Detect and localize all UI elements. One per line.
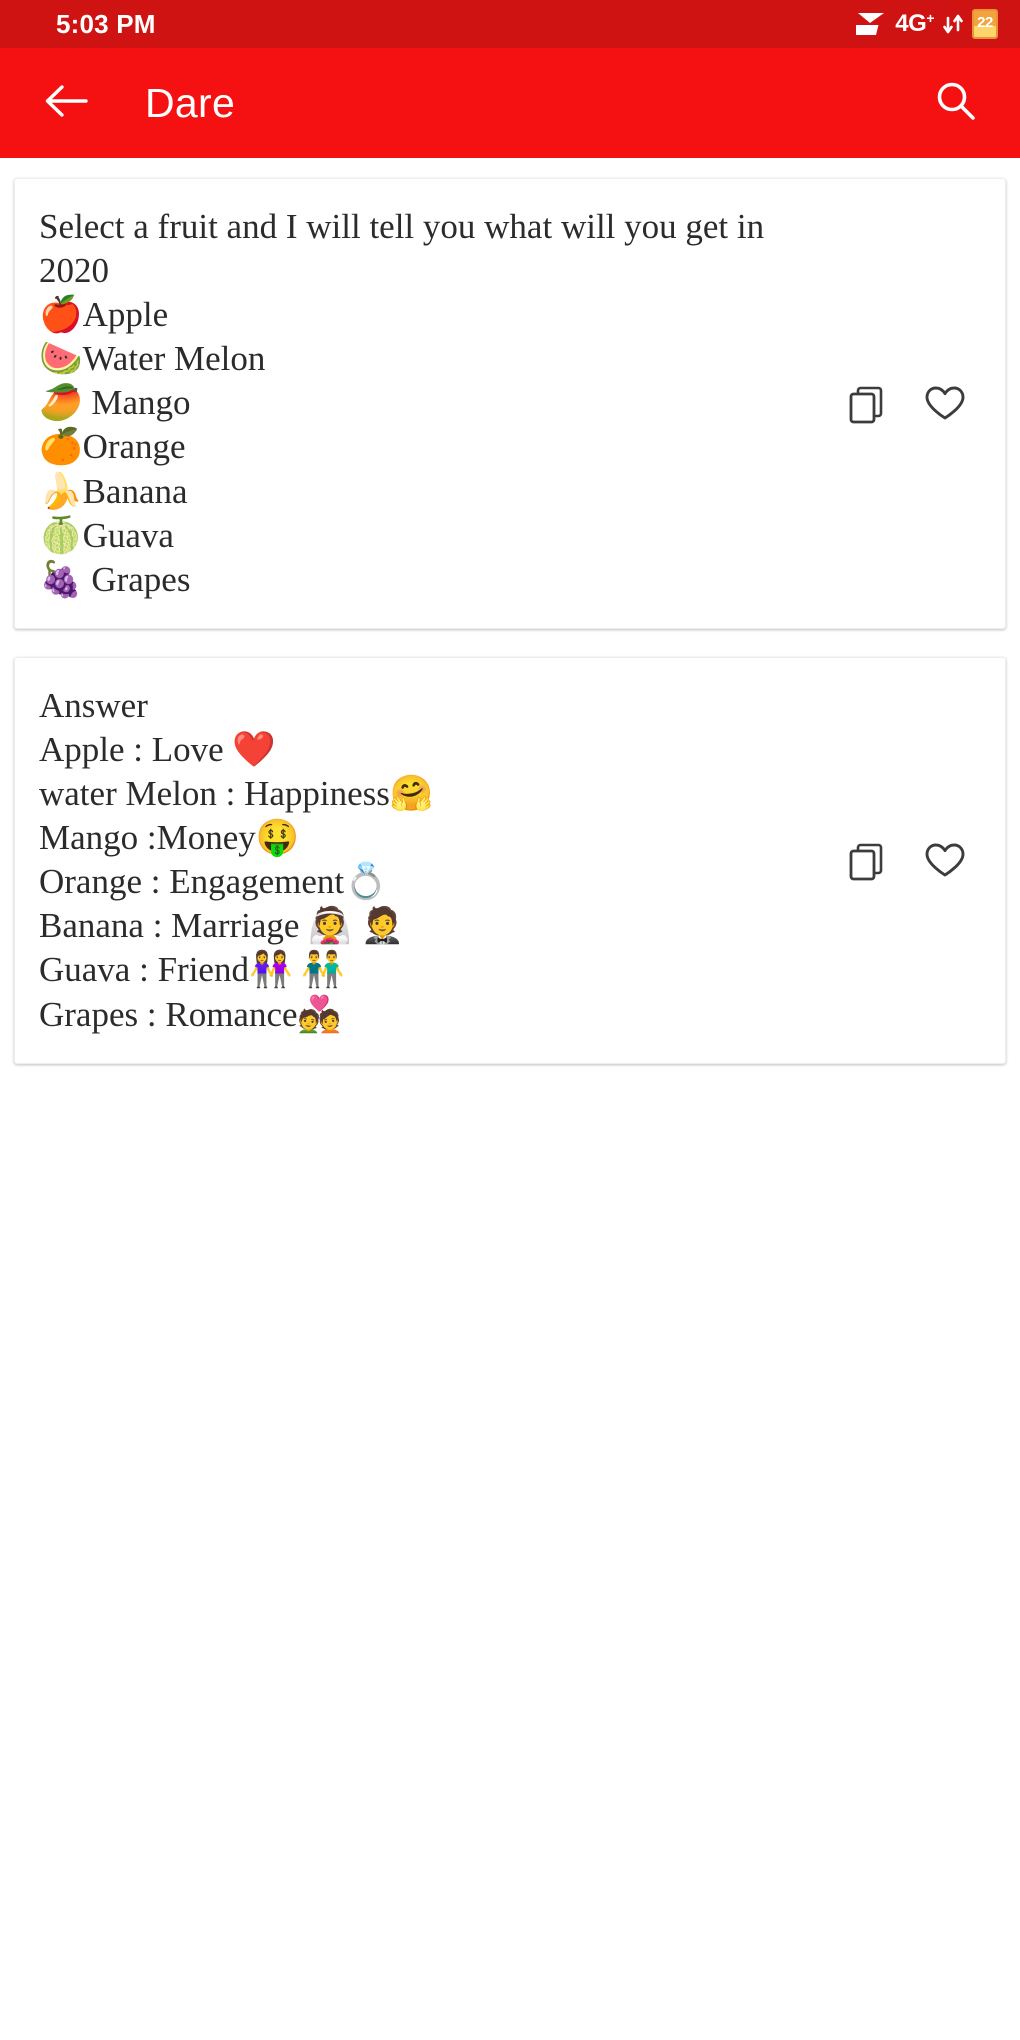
favorite-button[interactable] [919,834,971,886]
battery-cap [980,9,990,11]
data-transfer-icon [943,12,963,36]
search-button[interactable] [928,75,984,131]
message-text: Answer Apple : Love ❤️ water Melon : Hap… [39,685,434,1034]
page-title: Dare [145,79,236,126]
status-bar-clock: 5:03 PM [56,8,156,39]
back-arrow-icon [44,84,88,123]
back-button[interactable] [38,75,94,131]
app-toolbar: Dare [0,48,1020,158]
card-actions [827,377,1005,429]
network-type-text: 4G [895,10,927,37]
favorite-button[interactable] [919,377,971,429]
message-list: Select a fruit and I will tell you what … [0,158,1020,1064]
signal-icon [852,11,886,37]
status-bar-icons: 4G + 22 [852,9,998,39]
network-plus-superscript: + [926,10,934,26]
copy-icon [845,381,889,425]
heart-icon [923,381,967,425]
message-text: Select a fruit and I will tell you what … [39,207,765,599]
network-type-label: 4G + [895,10,934,38]
heart-icon [923,838,967,882]
search-icon [935,80,977,127]
copy-button[interactable] [841,377,893,429]
status-bar: 5:03 PM 4G + 22 [0,0,1020,48]
battery-level-text: 22 [977,14,993,31]
copy-button[interactable] [841,834,893,886]
copy-icon [845,838,889,882]
battery-icon: 22 [972,9,998,39]
card-actions [827,834,1005,886]
list-item[interactable]: Answer Apple : Love ❤️ water Melon : Hap… [14,656,1006,1064]
list-item[interactable]: Select a fruit and I will tell you what … [14,178,1006,629]
